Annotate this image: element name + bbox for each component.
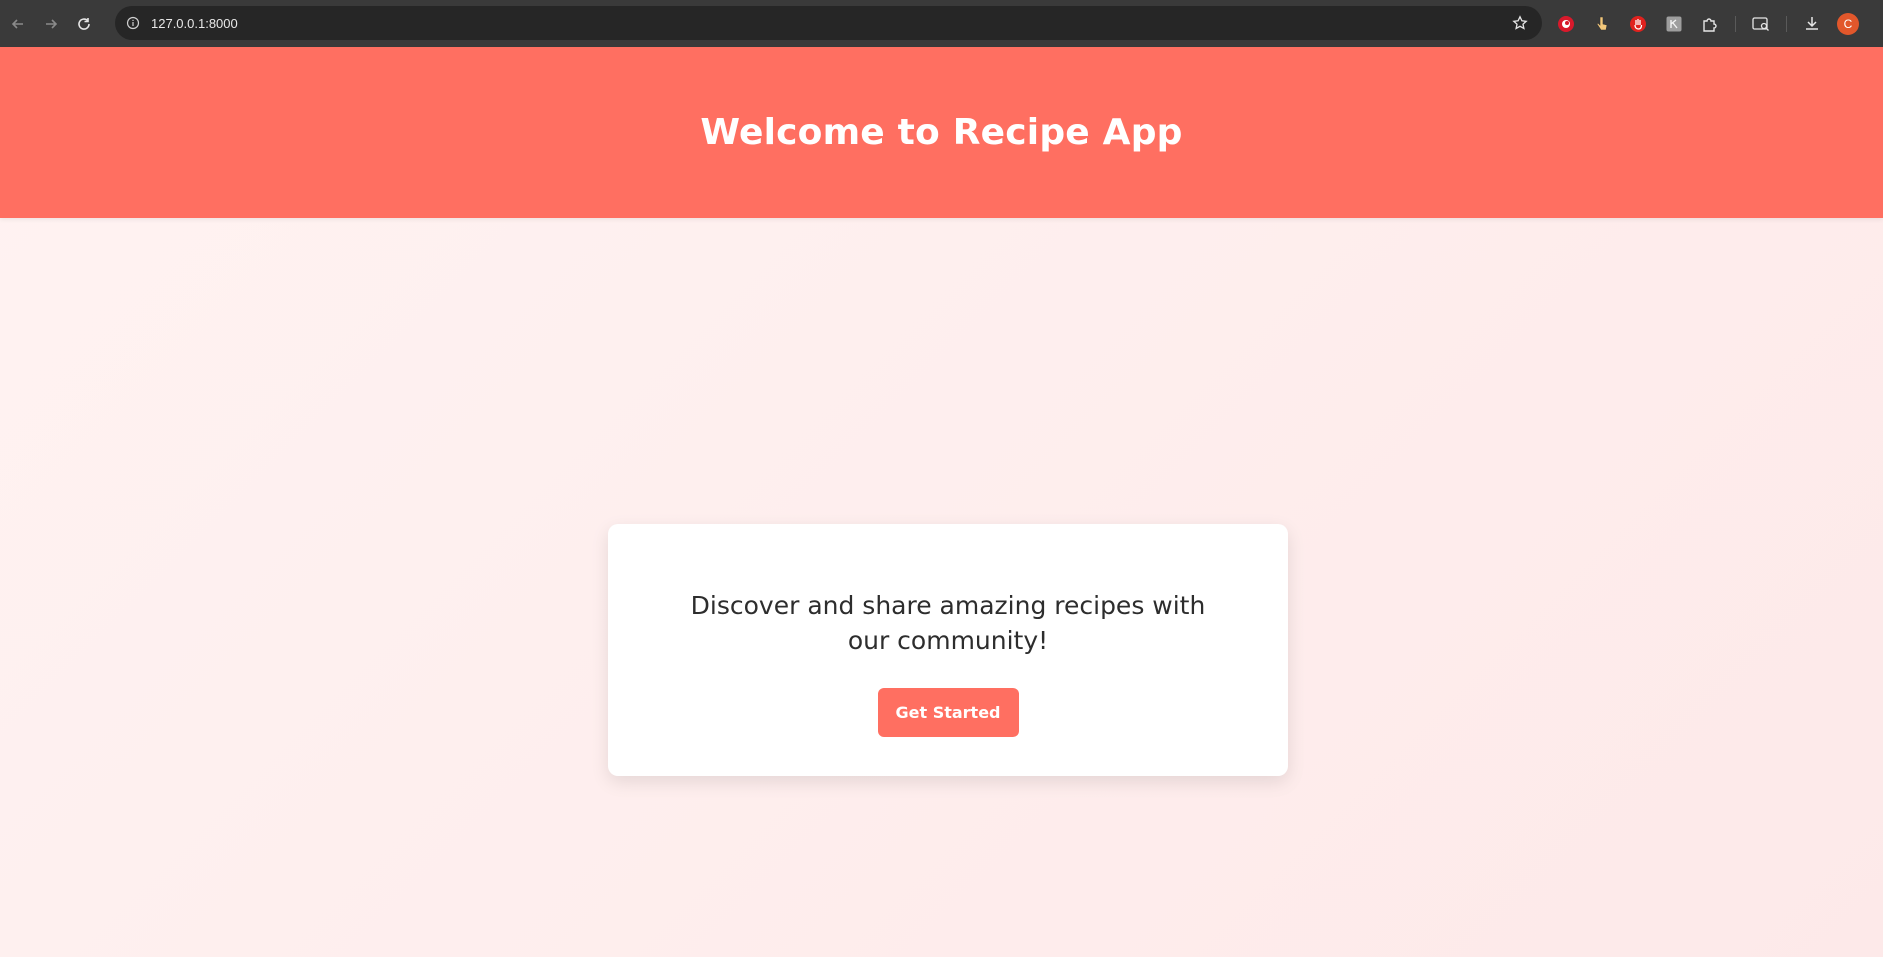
tab-search-icon	[1752, 16, 1769, 31]
hand-pointer-extension-icon	[1596, 16, 1608, 30]
extension-red-hand[interactable]	[1627, 13, 1649, 35]
extension-gray-box[interactable]	[1663, 13, 1685, 35]
back-button[interactable]	[3, 9, 33, 39]
red-hand-extension-icon	[1630, 15, 1646, 32]
forward-button[interactable]	[36, 9, 66, 39]
arrow-left-icon	[11, 18, 23, 29]
browser-toolbar: 127.0.0.1:8000 C	[0, 0, 1883, 47]
page-title: Welcome to Recipe App	[700, 112, 1183, 153]
hero-card: Discover and share amazing recipes with …	[608, 524, 1288, 776]
extensions-menu-button[interactable]	[1699, 13, 1721, 35]
extensions-area: C	[1555, 0, 1859, 47]
hero-text: Discover and share amazing recipes with …	[690, 591, 1206, 655]
star-icon	[1512, 15, 1528, 30]
downloads-button[interactable]	[1801, 13, 1823, 35]
extension-hand-pointer[interactable]	[1591, 13, 1613, 35]
red-circle-extension-icon	[1558, 15, 1574, 32]
tab-search-button[interactable]	[1750, 13, 1772, 35]
url-text[interactable]: 127.0.0.1:8000	[151, 16, 238, 31]
site-header: Welcome to Recipe App	[0, 47, 1883, 218]
info-icon	[126, 16, 140, 30]
address-bar[interactable]: 127.0.0.1:8000	[115, 6, 1542, 40]
gray-box-extension-icon	[1666, 16, 1682, 31]
reload-icon	[78, 17, 90, 30]
site-info-button[interactable]	[123, 13, 143, 33]
download-icon	[1806, 16, 1818, 30]
extension-red-circle[interactable]	[1555, 13, 1577, 35]
puzzle-icon	[1703, 17, 1717, 32]
arrow-right-icon	[46, 18, 58, 29]
get-started-button[interactable]: Get Started	[877, 688, 1019, 737]
reload-button[interactable]	[69, 9, 99, 39]
toolbar-separator	[1735, 15, 1736, 32]
bookmark-button[interactable]	[1510, 13, 1530, 33]
profile-avatar[interactable]: C	[1837, 12, 1859, 35]
page-body: Welcome to Recipe App Discover and share…	[0, 47, 1883, 957]
toolbar-separator	[1786, 15, 1787, 32]
